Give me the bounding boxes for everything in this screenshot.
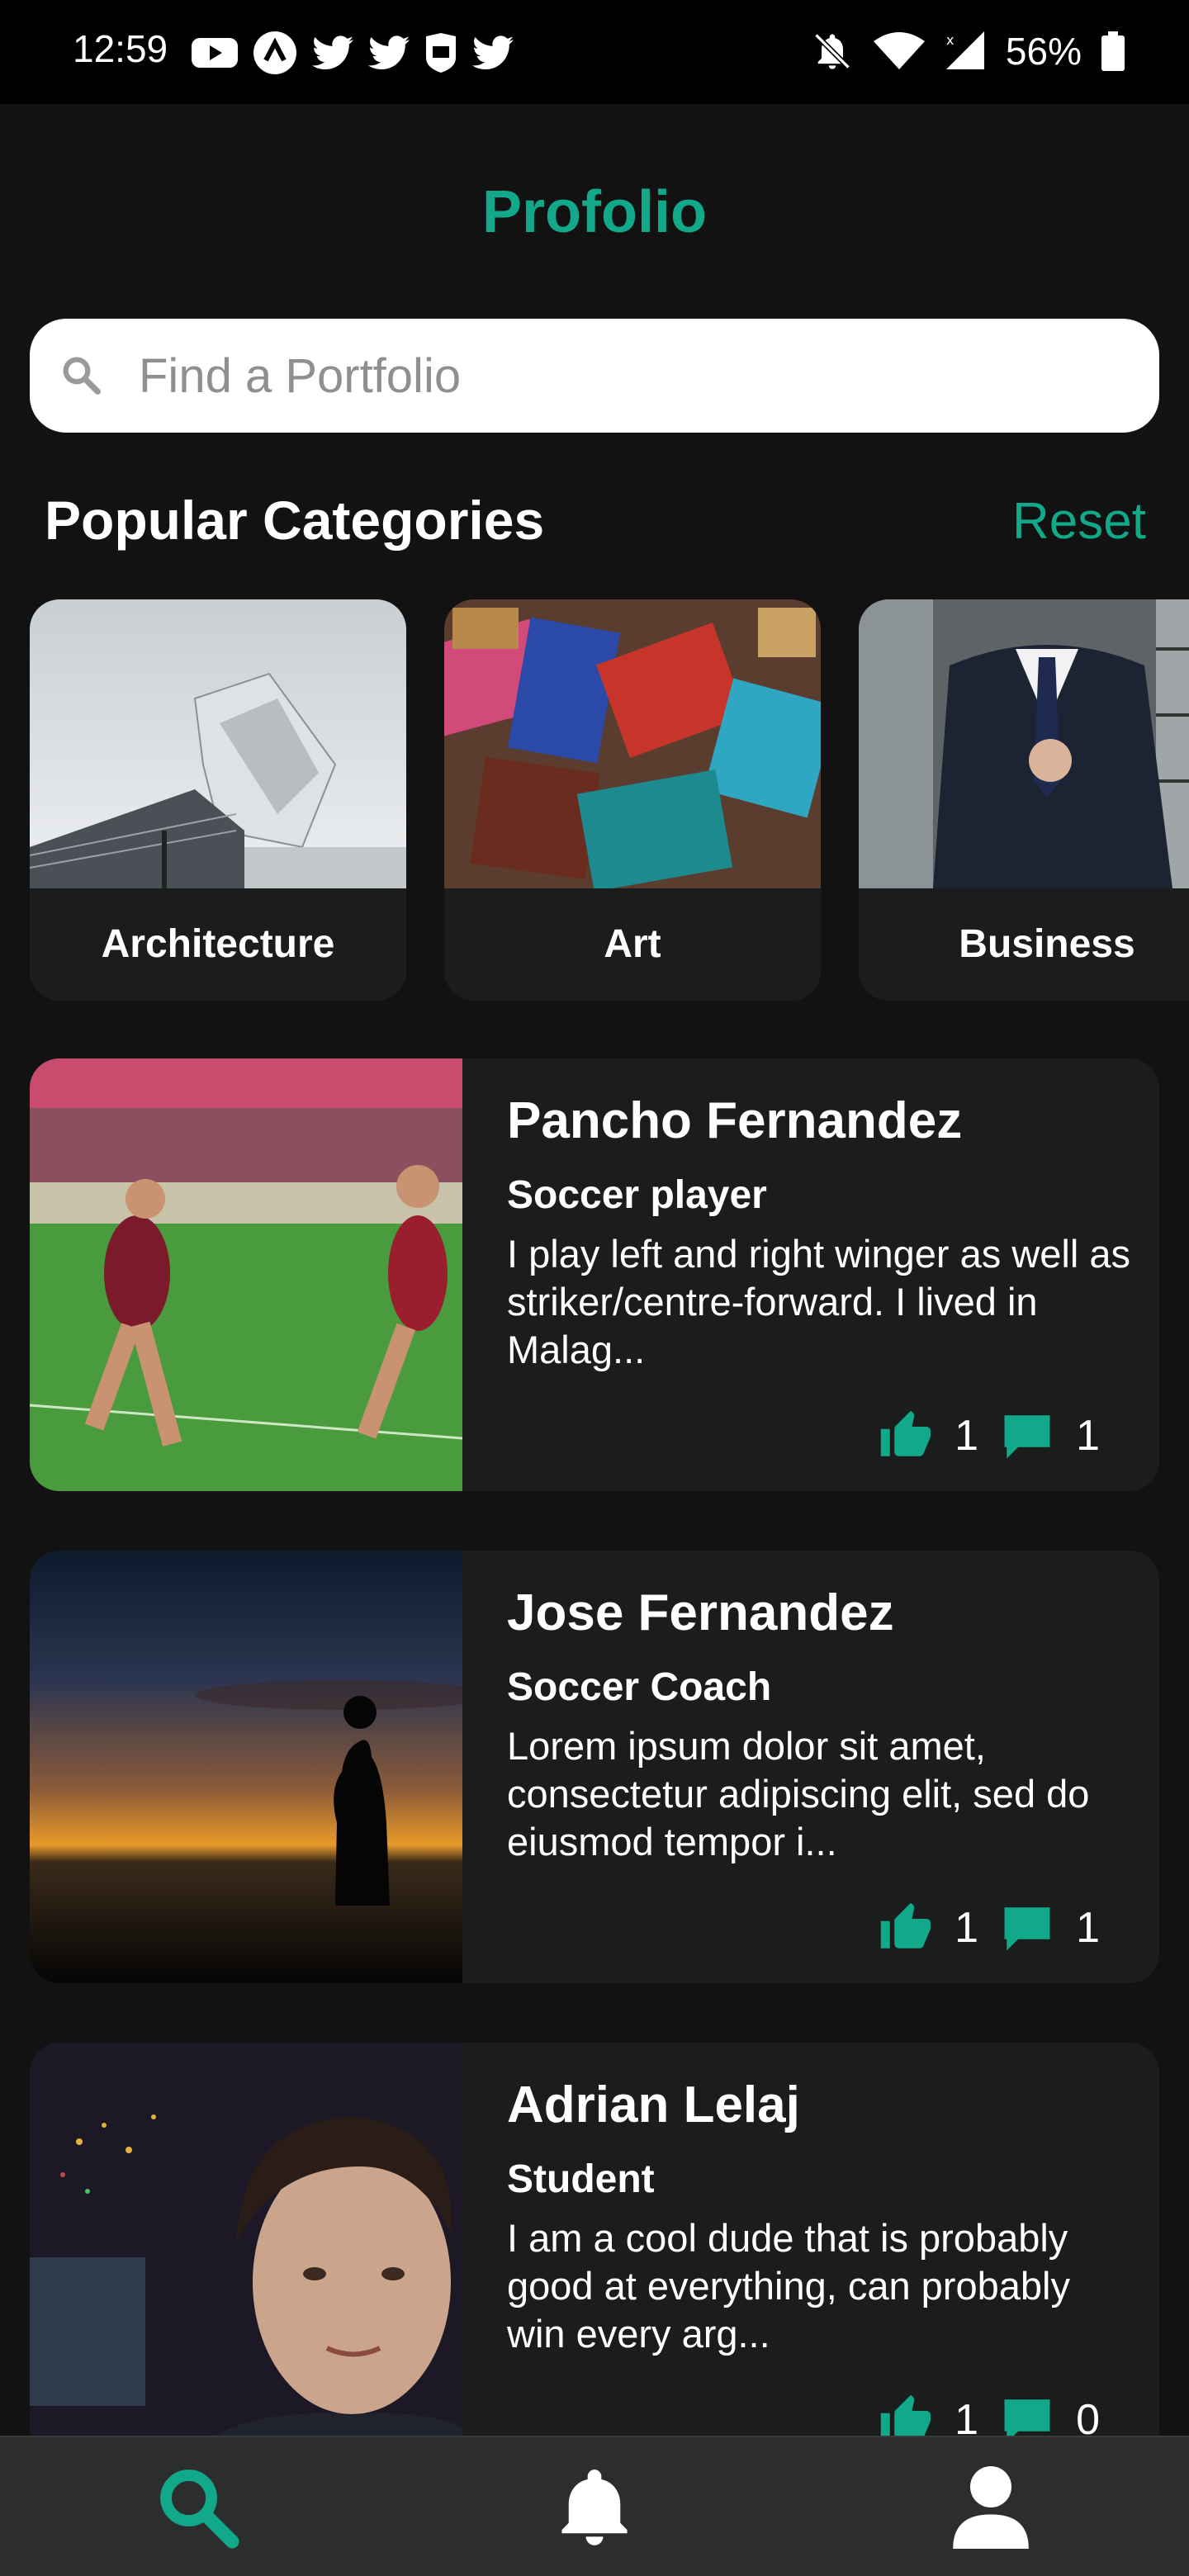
twitter-icon	[472, 36, 514, 69]
category-card-art[interactable]: Art	[444, 599, 821, 1001]
battery-percent: 56%	[1005, 30, 1082, 73]
system-icons: x 56%	[811, 26, 1125, 76]
category-label: Architecture	[101, 922, 335, 966]
wifi-icon	[873, 32, 925, 69]
portfolio-card[interactable]: Jose Fernandez Soccer Coach Lorem ipsum …	[30, 1551, 1159, 1983]
nav-notifications[interactable]	[545, 2462, 644, 2553]
art-image	[444, 599, 821, 888]
notifications-off-icon	[814, 33, 850, 69]
comment-icon[interactable]	[1000, 1901, 1054, 1955]
nfl-icon	[426, 33, 456, 73]
twitter-icon	[312, 36, 353, 69]
profile-icon	[953, 2466, 1029, 2549]
status-time: 12:59	[73, 27, 168, 70]
category-label: Art	[604, 922, 661, 966]
category-label: Business	[959, 922, 1135, 966]
status-bar: 12:59 x 56%	[0, 0, 1189, 104]
portfolio-role: Soccer player	[507, 1173, 767, 1217]
comment-count: 1	[1076, 1412, 1100, 1460]
business-image	[859, 599, 1189, 888]
portfolio-name: Pancho Fernandez	[507, 1092, 963, 1149]
thumbs-up-icon[interactable]	[879, 1901, 933, 1955]
portfolio-description: Lorem ipsum dolor sit amet, consectetur …	[507, 1724, 1090, 1863]
notification-icons	[192, 30, 514, 76]
thumbs-up-icon[interactable]	[879, 1409, 933, 1463]
portfolio-card[interactable]: Adrian Lelaj Student I am a cool dude th…	[30, 2043, 1159, 2475]
profile-photo	[30, 1551, 462, 1983]
portfolio-stats: 1 1	[879, 1409, 1100, 1463]
nav-profile[interactable]	[941, 2462, 1040, 2553]
comment-icon[interactable]	[1000, 1409, 1054, 1463]
search-icon	[63, 357, 101, 395]
portfolio-role: Soccer Coach	[507, 1665, 772, 1709]
portfolio-card[interactable]: Pancho Fernandez Soccer player I play le…	[30, 1058, 1159, 1491]
portfolio-name: Adrian Lelaj	[507, 2076, 800, 2133]
profile-photo	[30, 1058, 462, 1491]
category-card-business[interactable]: Business	[859, 599, 1189, 1001]
bottom-nav	[0, 2436, 1189, 2576]
signal-icon: x	[945, 31, 984, 69]
search-input[interactable]	[139, 348, 1130, 404]
category-carousel[interactable]: Architecture Art Business	[30, 599, 1189, 1001]
svg-text:x: x	[946, 32, 954, 48]
youtube-icon	[192, 38, 238, 68]
reset-button[interactable]: Reset	[1012, 492, 1146, 551]
app-icon	[253, 31, 296, 74]
twitter-icon	[368, 36, 410, 69]
portfolio-description: I am a cool dude that is probably good a…	[507, 2216, 1070, 2356]
search-box[interactable]	[30, 319, 1159, 433]
bell-icon	[561, 2469, 628, 2545]
comment-count: 1	[1076, 1904, 1100, 1952]
search-icon	[160, 2469, 239, 2549]
portfolio-role: Student	[507, 2157, 655, 2201]
nav-search[interactable]	[149, 2462, 248, 2553]
like-count: 1	[955, 1412, 979, 1460]
portfolio-stats: 1 1	[879, 1901, 1100, 1955]
profile-photo	[30, 2043, 462, 2475]
portfolio-name: Jose Fernandez	[507, 1584, 894, 1641]
portfolio-description: I play left and right winger as well as …	[507, 1232, 1130, 1371]
battery-icon	[1101, 31, 1125, 71]
app-title: Profolio	[482, 179, 707, 245]
category-card-architecture[interactable]: Architecture	[30, 599, 406, 1001]
like-count: 1	[955, 1904, 979, 1952]
architecture-image	[30, 599, 406, 888]
section-title: Popular Categories	[45, 490, 545, 551]
